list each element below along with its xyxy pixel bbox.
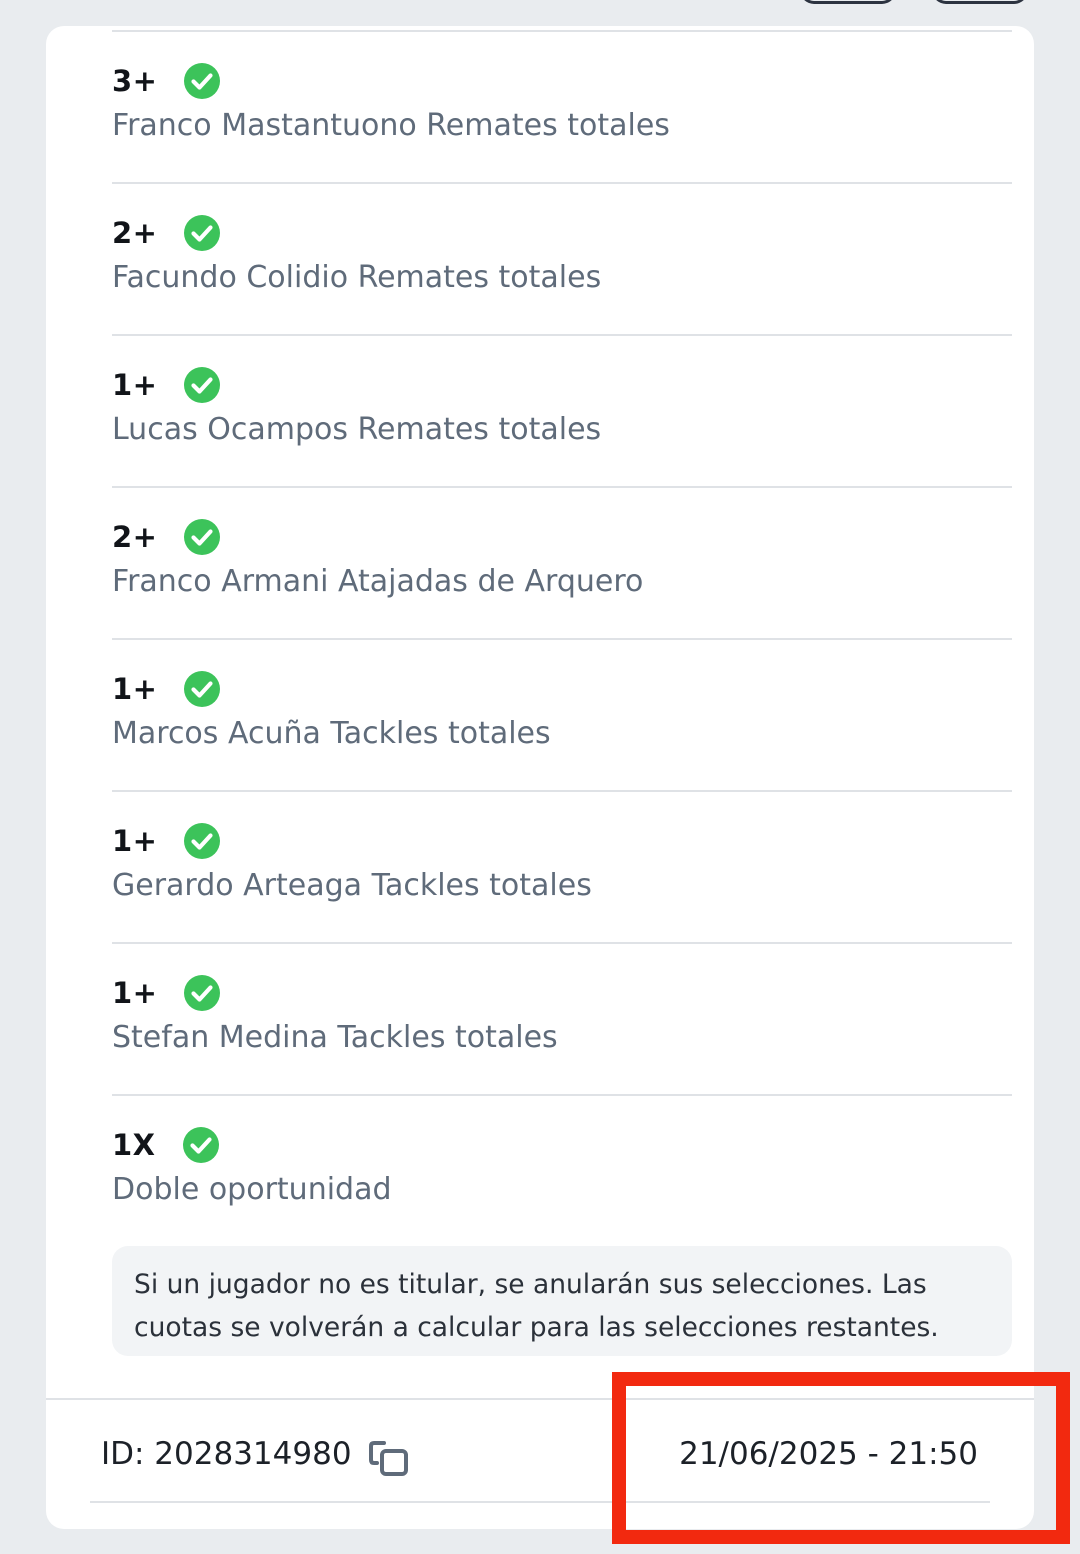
- selection-market: Lucas Ocampos Remates totales: [112, 412, 602, 447]
- check-circle-icon: [184, 823, 221, 859]
- selection-item: 2+ Facundo Colidio Remates totales: [112, 184, 1012, 336]
- selection-market: Marcos Acuña Tackles totales: [112, 716, 551, 751]
- selection-market: Franco Armani Atajadas de Arquero: [112, 564, 644, 599]
- divider: [90, 1501, 990, 1503]
- check-circle-icon: [184, 519, 221, 555]
- selection-line: 1+: [112, 976, 158, 1010]
- check-circle-icon: [184, 63, 221, 99]
- selection-market: Doble oportunidad: [112, 1172, 392, 1207]
- selection-item: 1+ Lucas Ocampos Remates totales: [112, 336, 1012, 488]
- selection-line: 1X: [112, 1128, 156, 1162]
- selection-list: 3+ Franco Mastantuono Remates totales 2+…: [112, 32, 1012, 1246]
- selection-header: 2+: [112, 214, 221, 252]
- selection-item: 2+ Franco Armani Atajadas de Arquero: [112, 488, 1012, 640]
- selection-line: 2+: [112, 216, 158, 250]
- bet-datetime: 21/06/2025 - 21:50: [679, 1436, 978, 1472]
- selection-line: 1+: [112, 368, 158, 402]
- check-circle-icon: [184, 367, 221, 403]
- selection-header: 2+: [112, 518, 221, 556]
- selection-line: 3+: [112, 64, 158, 98]
- check-circle-icon: [184, 975, 221, 1011]
- bet-id: ID: 2028314980: [101, 1436, 352, 1472]
- selection-item: 1X Doble oportunidad: [112, 1096, 1012, 1246]
- selection-header: 1+: [112, 670, 221, 708]
- selection-header: 1X: [112, 1126, 220, 1164]
- selection-header: 3+: [112, 62, 221, 100]
- check-circle-icon: [184, 671, 221, 707]
- selection-line: 2+: [112, 520, 158, 554]
- selection-item: 1+ Stefan Medina Tackles totales: [112, 944, 1012, 1096]
- top-button-partial-left[interactable]: [800, 0, 896, 4]
- selection-header: 1+: [112, 974, 221, 1012]
- selection-line: 1+: [112, 672, 158, 706]
- selection-market: Stefan Medina Tackles totales: [112, 1020, 558, 1055]
- selection-line: 1+: [112, 824, 158, 858]
- selection-market: Facundo Colidio Remates totales: [112, 260, 602, 295]
- check-circle-icon: [184, 215, 221, 251]
- bet-details-card: 3+ Franco Mastantuono Remates totales 2+…: [46, 26, 1034, 1529]
- selection-market: Franco Mastantuono Remates totales: [112, 108, 670, 143]
- selection-item: 1+ Gerardo Arteaga Tackles totales: [112, 792, 1012, 944]
- selection-item: 1+ Marcos Acuña Tackles totales: [112, 640, 1012, 792]
- selection-header: 1+: [112, 822, 221, 860]
- top-button-partial-right[interactable]: [932, 0, 1028, 4]
- selection-market: Gerardo Arteaga Tackles totales: [112, 868, 592, 903]
- footer-divider: [46, 1398, 1034, 1400]
- copy-icon[interactable]: [368, 1434, 414, 1480]
- starter-notice: Si un jugador no es titular, se anularán…: [112, 1246, 1012, 1356]
- check-circle-icon: [182, 1127, 219, 1163]
- selection-item: 3+ Franco Mastantuono Remates totales: [112, 32, 1012, 184]
- selection-header: 1+: [112, 366, 221, 404]
